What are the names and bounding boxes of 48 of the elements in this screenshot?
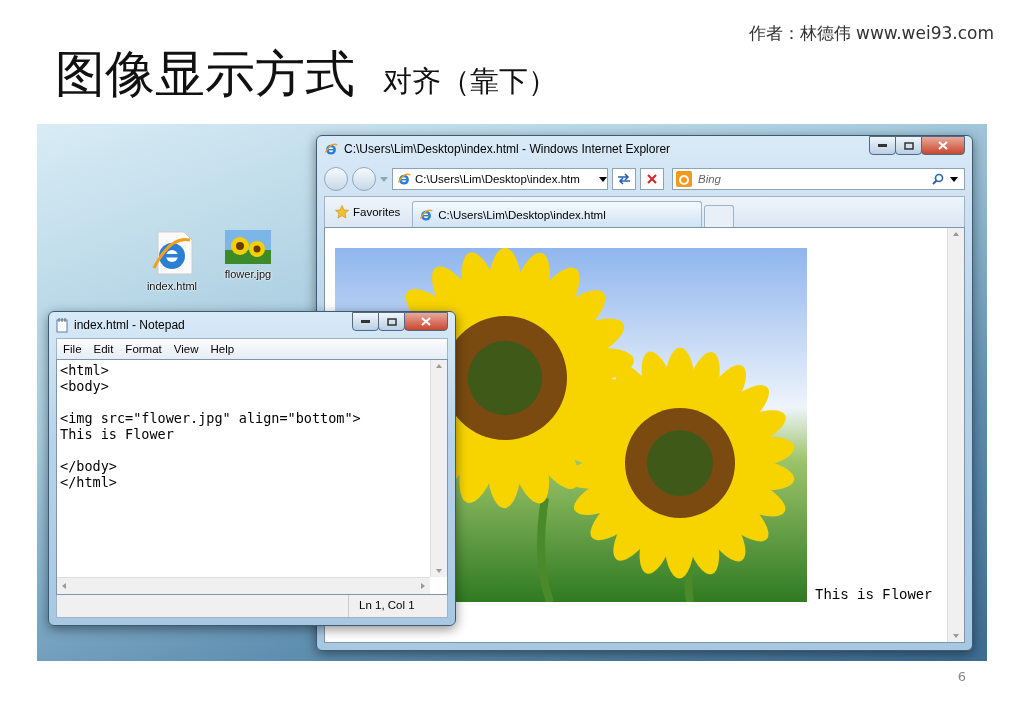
maximize-icon [386, 317, 397, 326]
search-field[interactable]: Bing [672, 168, 965, 190]
address-field[interactable]: C:\Users\Lim\Desktop\index.htm [392, 168, 608, 190]
page-number: 6 [957, 669, 966, 684]
window-title: index.html - Notepad [74, 318, 186, 332]
minimize-icon [361, 320, 370, 323]
menu-item[interactable]: Format [125, 343, 162, 355]
dropdown-arrow-icon[interactable] [950, 176, 958, 182]
browser-e-icon [324, 142, 338, 156]
minimize-button[interactable] [352, 312, 379, 331]
browser-tab[interactable]: C:\Users\Lim\Desktop\index.html [412, 201, 703, 227]
author-credit: 作者：林德伟 www.wei93.com [748, 22, 994, 45]
menu-item[interactable]: Help [210, 343, 235, 355]
horizontal-scrollbar[interactable] [57, 577, 430, 594]
slide-subtitle: 对齐（靠下） [383, 63, 557, 100]
close-button[interactable] [921, 136, 965, 155]
menu-item[interactable]: Edit [93, 343, 114, 355]
notepad-icon [56, 317, 68, 333]
dropdown-arrow-icon[interactable] [599, 176, 607, 182]
image-file-icon[interactable] [225, 230, 271, 264]
browser-e-icon [397, 172, 411, 186]
star-icon [335, 205, 349, 219]
vertical-scrollbar[interactable] [947, 228, 964, 642]
window-title: C:\Users\Lim\Desktop\index.html - Windows Internet Explorer [344, 142, 672, 156]
close-button[interactable] [404, 312, 448, 331]
page-text: This is Flower [815, 588, 933, 602]
maximize-icon [903, 141, 914, 150]
status-text: Ln 1, Col 1 [348, 595, 447, 617]
maximize-button[interactable] [895, 136, 922, 155]
minimize-button[interactable] [869, 136, 896, 155]
refresh-arrows-icon [617, 173, 631, 185]
vertical-scrollbar[interactable] [430, 360, 447, 577]
search-icon[interactable] [932, 173, 944, 185]
menu-item[interactable]: View [173, 343, 199, 355]
minimize-icon [878, 144, 887, 147]
close-icon [938, 141, 948, 150]
stop-x-icon [647, 174, 657, 184]
slide-title: 图像显示方式 [55, 44, 355, 105]
refresh-button[interactable] [612, 168, 636, 190]
menu-item[interactable]: File [63, 343, 82, 355]
desktop-icon-label[interactable]: flower.jpg [224, 268, 272, 280]
maximize-button[interactable] [378, 312, 405, 331]
browser-e-icon [419, 207, 434, 222]
desktop-icon-label[interactable]: index.html [146, 280, 198, 292]
close-icon [421, 317, 431, 326]
search-provider-icon [676, 171, 692, 187]
stop-button[interactable] [640, 168, 664, 190]
favorites-button[interactable]: Favorites [327, 201, 409, 227]
